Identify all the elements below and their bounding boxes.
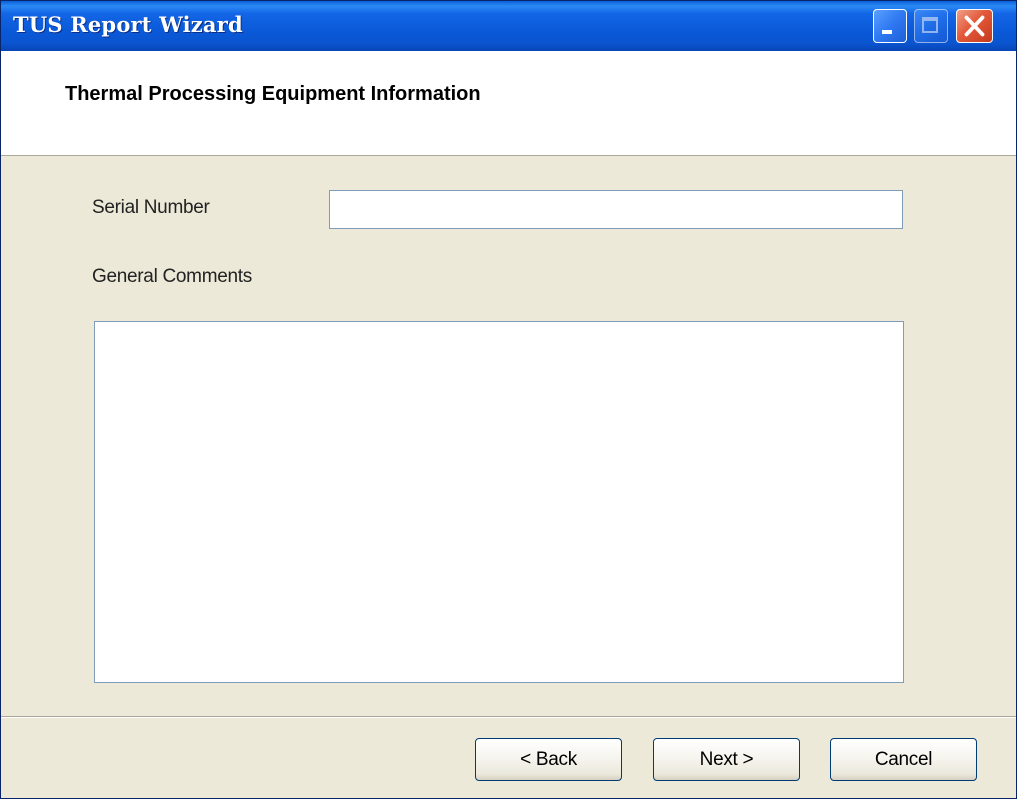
wizard-window: TUS Report Wizard Thermal Processing Equ…	[0, 0, 1017, 799]
title-bar[interactable]: TUS Report Wizard	[1, 1, 1016, 51]
close-button[interactable]	[956, 9, 993, 43]
serial-number-label: Serial Number	[92, 197, 210, 218]
wizard-header: Thermal Processing Equipment Information	[1, 51, 1016, 156]
minimize-button[interactable]	[873, 9, 907, 43]
serial-number-field[interactable]	[329, 190, 903, 229]
window-title: TUS Report Wizard	[13, 12, 243, 37]
general-comments-label: General Comments	[92, 266, 252, 287]
close-icon	[964, 15, 985, 37]
back-button[interactable]: < Back	[475, 738, 622, 781]
general-comments-textarea[interactable]	[94, 321, 904, 683]
page-title: Thermal Processing Equipment Information	[65, 83, 481, 105]
maximize-icon	[922, 17, 938, 33]
next-button[interactable]: Next >	[653, 738, 800, 781]
footer-divider	[1, 716, 1016, 718]
minimize-icon	[882, 30, 892, 34]
cancel-button[interactable]: Cancel	[830, 738, 977, 781]
maximize-button	[914, 9, 948, 43]
